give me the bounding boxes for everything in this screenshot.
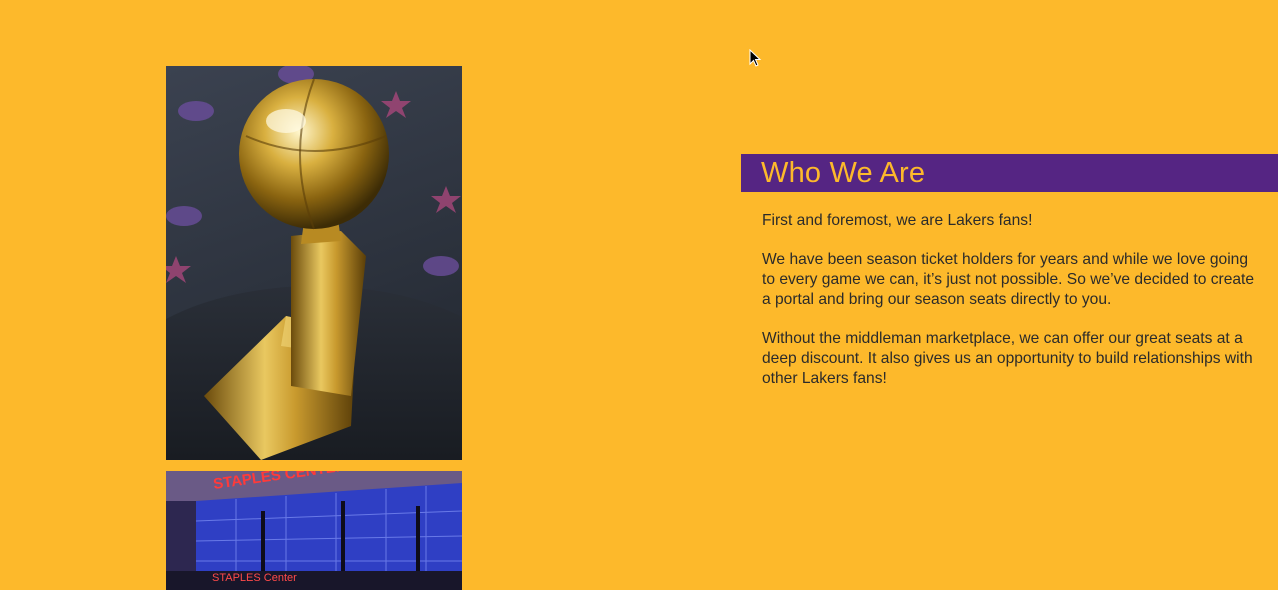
page: STAPLES CENTER STAPLES Center Who We Are…: [0, 0, 1278, 590]
mouse-cursor-icon: [749, 49, 762, 67]
arena-illustration: STAPLES CENTER STAPLES Center: [166, 471, 462, 590]
trophy-illustration: [166, 66, 462, 460]
about-heading: Who We Are: [741, 154, 1278, 192]
about-paragraph: We have been season ticket holders for y…: [762, 251, 1255, 308]
about-paragraph: Without the middleman marketplace, we ca…: [762, 330, 1253, 387]
about-section: Who We Are First and foremost, we are La…: [741, 154, 1278, 408]
trophy-photo: [166, 66, 462, 460]
arena-photo: STAPLES CENTER STAPLES Center: [166, 471, 462, 590]
about-paragraph: First and foremost, we are Lakers fans!: [762, 212, 1033, 229]
arena-sign-bottom: STAPLES Center: [212, 572, 297, 584]
about-body: First and foremost, we are Lakers fans! …: [741, 192, 1278, 388]
